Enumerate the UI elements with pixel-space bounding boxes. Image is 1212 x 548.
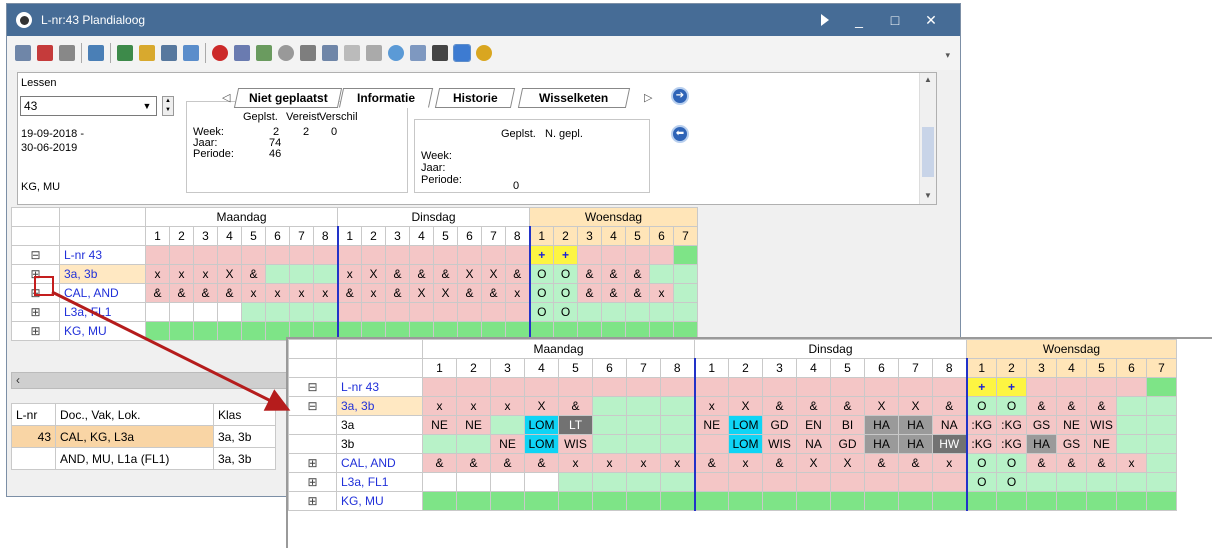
pointer-arrow bbox=[51, 290, 291, 411]
